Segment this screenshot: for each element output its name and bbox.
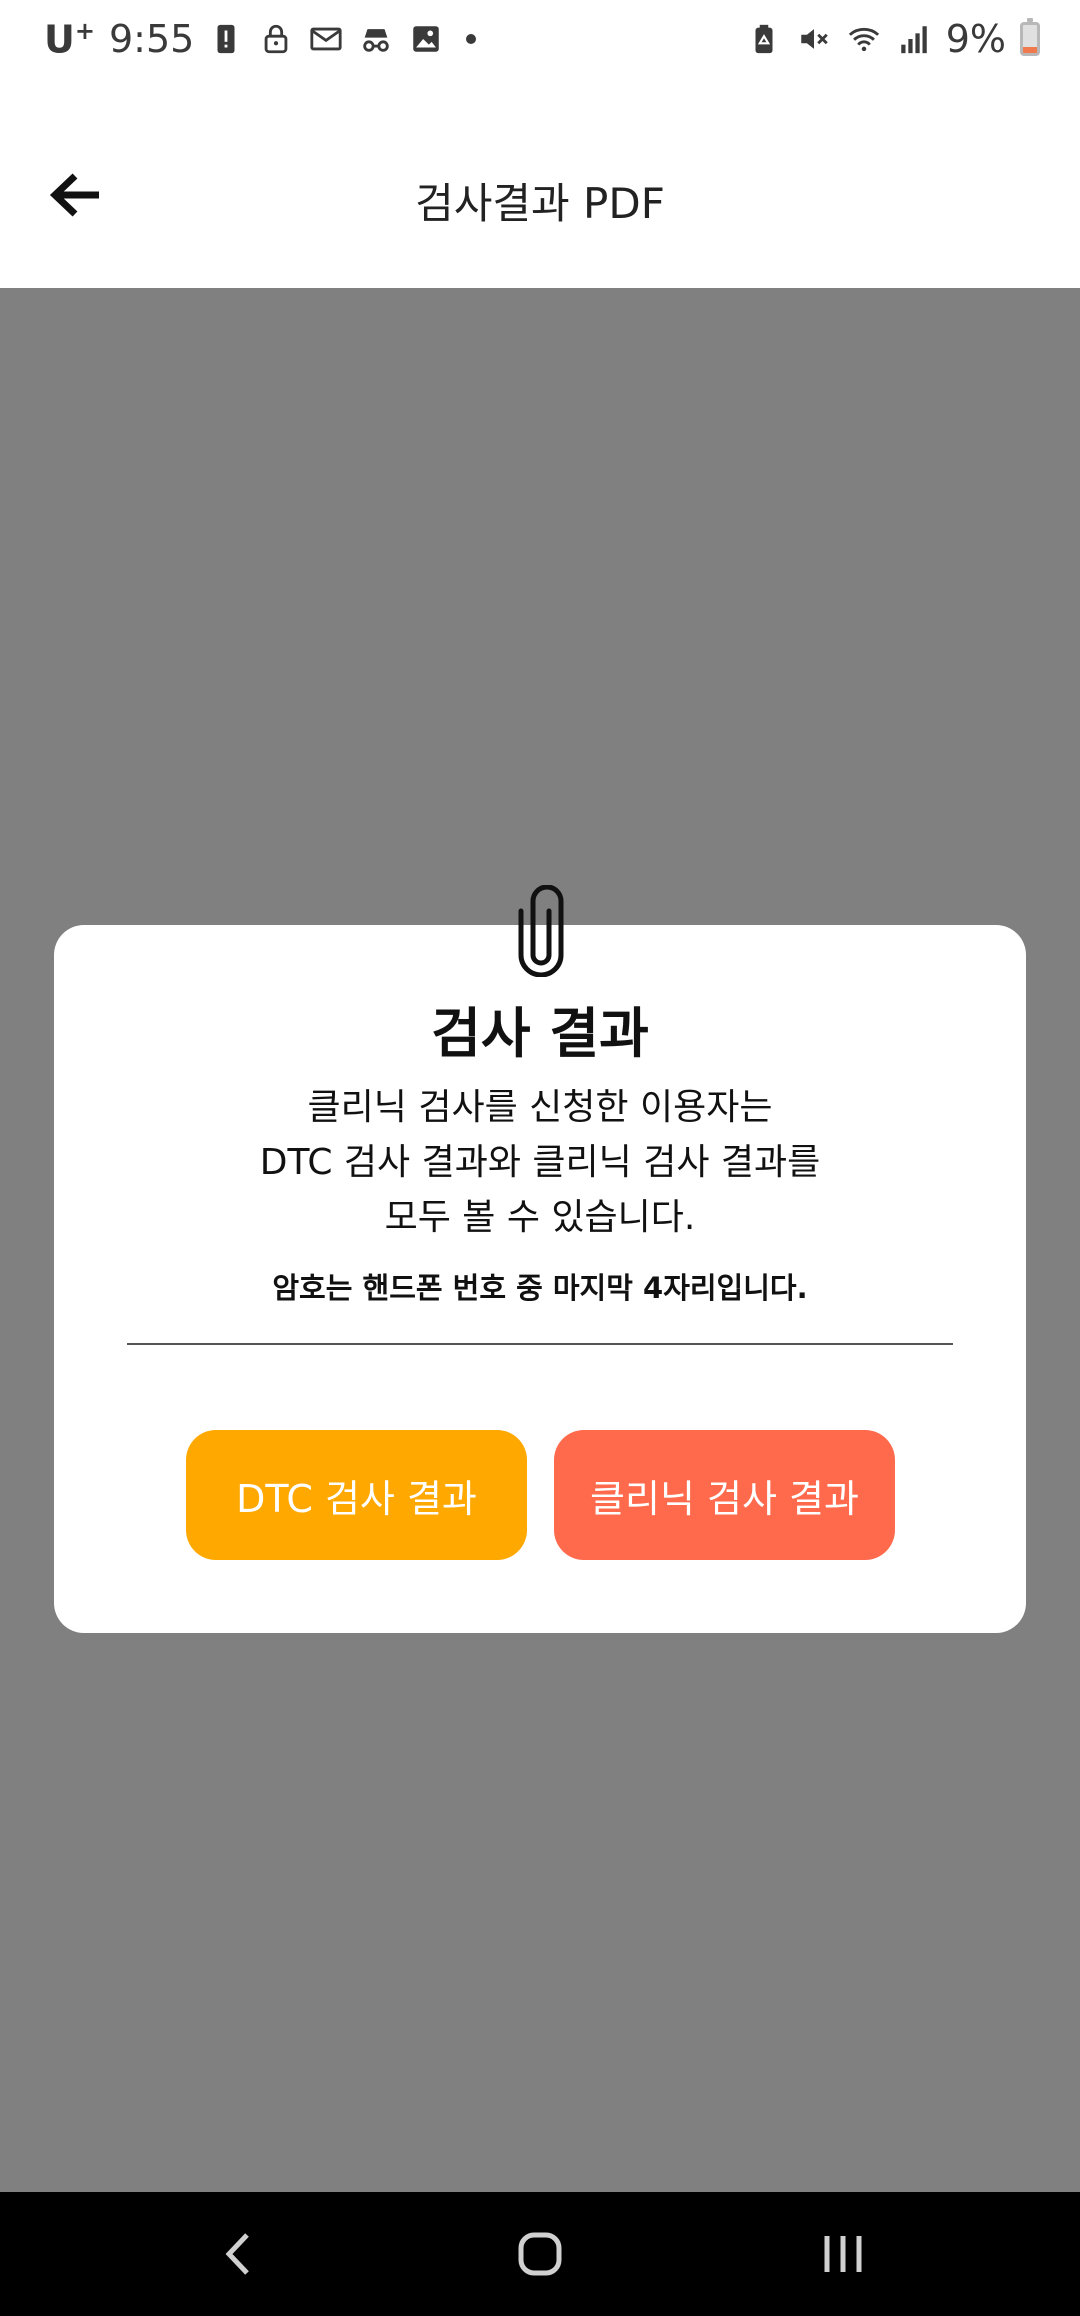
password-note: 암호는 핸드폰 번호 중 마지막 4자리입니다. bbox=[272, 1271, 808, 1305]
carrier-label: U+ bbox=[44, 17, 95, 62]
recycle-battery-icon bbox=[746, 21, 782, 57]
carrier-sup: + bbox=[74, 16, 95, 45]
app-bar: 검사결과 PDF bbox=[0, 78, 1080, 288]
paperclip-icon bbox=[518, 885, 564, 977]
page-title: 검사결과 PDF bbox=[415, 179, 665, 228]
nav-back-button[interactable] bbox=[197, 2222, 277, 2286]
dialog-message-line: 모두 볼 수 있습니다. bbox=[384, 1197, 696, 1238]
nav-bar bbox=[0, 2192, 1080, 2316]
dialog-message: 클리닉 검사를 신청한 이용자는 DTC 검사 결과와 클리닉 검사 결과를 모… bbox=[54, 1080, 1026, 1245]
dtc-result-button[interactable]: DTC 검사 결과 bbox=[186, 1430, 527, 1560]
mute-icon bbox=[796, 21, 832, 57]
image-icon bbox=[408, 21, 444, 57]
clinic-result-button[interactable]: 클리닉 검사 결과 bbox=[554, 1430, 895, 1560]
nav-recents-icon bbox=[824, 2236, 862, 2272]
battery-icon bbox=[1020, 18, 1040, 56]
nav-recents-button[interactable] bbox=[803, 2222, 883, 2286]
alert-icon bbox=[208, 21, 244, 57]
notification-dot bbox=[466, 34, 477, 44]
wifi-icon bbox=[846, 21, 882, 57]
incognito-icon bbox=[358, 21, 394, 57]
nav-home-icon bbox=[518, 2232, 562, 2276]
dialog-message-line: DTC 검사 결과와 클리닉 검사 결과를 bbox=[259, 1142, 821, 1183]
clock: 9:55 bbox=[108, 17, 195, 61]
carrier-text: U bbox=[44, 17, 75, 62]
mail-icon bbox=[308, 21, 344, 57]
nav-home-button[interactable] bbox=[500, 2222, 580, 2286]
divider bbox=[127, 1343, 953, 1345]
nav-back-icon bbox=[225, 2233, 249, 2275]
battery-percent: 9% bbox=[945, 17, 1006, 61]
status-right: 9% bbox=[746, 17, 1040, 61]
status-left: U+ 9:55 bbox=[44, 17, 477, 62]
lock-icon bbox=[258, 21, 294, 57]
status-bar: U+ 9:55 9% bbox=[0, 0, 1080, 78]
signal-icon bbox=[896, 21, 932, 57]
battery-fill bbox=[1023, 47, 1037, 53]
screen: U+ 9:55 9% 검사결과 PDF 검사 결과 클리닉 검사를 신청한 이용… bbox=[0, 0, 1080, 2316]
dialog-message-line: 클리닉 검사를 신청한 이용자는 bbox=[307, 1087, 773, 1128]
result-dialog: 검사 결과 클리닉 검사를 신청한 이용자는 DTC 검사 결과와 클리닉 검사… bbox=[54, 925, 1026, 1633]
dialog-title: 검사 결과 bbox=[431, 1002, 649, 1065]
